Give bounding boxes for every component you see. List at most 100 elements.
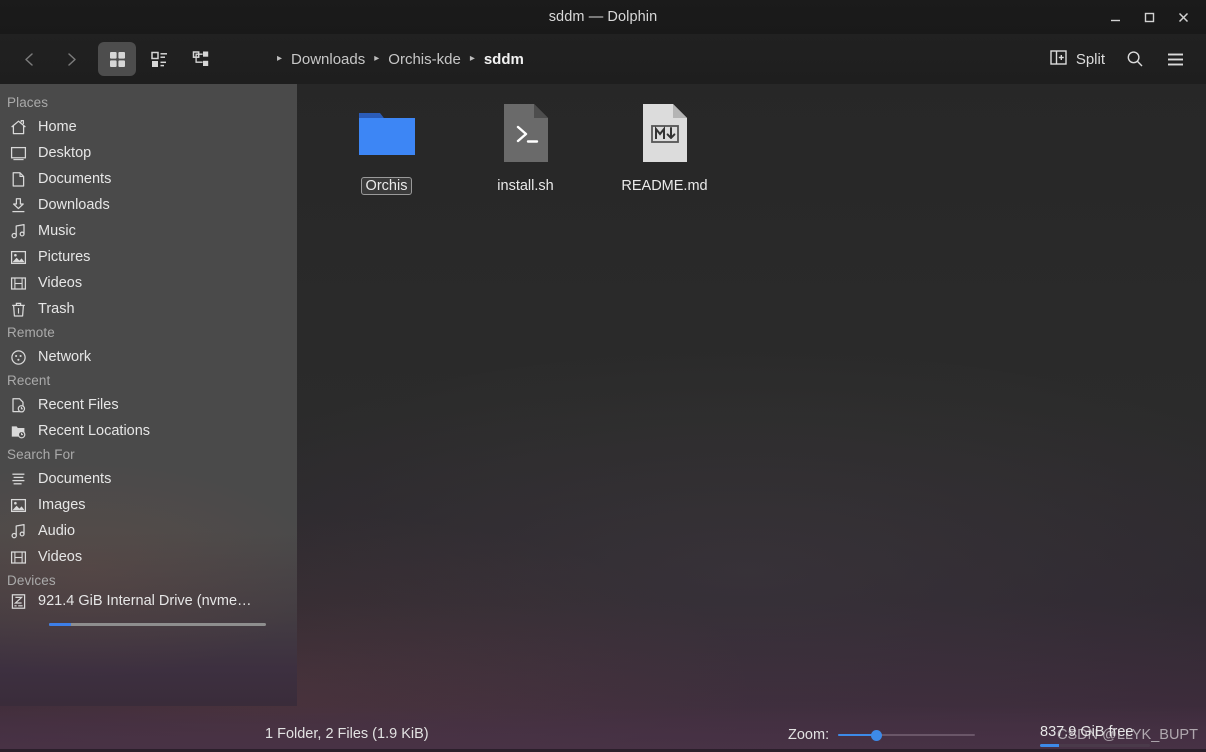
sidebar-item-home[interactable]: Home	[0, 114, 297, 140]
forward-button[interactable]	[50, 42, 92, 76]
sidebar-section-devices: Devices	[7, 573, 56, 588]
file-grid: Orchis install.sh README.md	[297, 84, 1206, 195]
folder-icon	[356, 100, 418, 166]
sidebar-item-music[interactable]: Music	[0, 218, 297, 244]
view-mode-icons-button[interactable]	[98, 42, 136, 76]
zoom-control: Zoom:	[788, 727, 976, 743]
split-button[interactable]: Split	[1040, 43, 1114, 76]
sidebar-item-label: Trash	[38, 301, 75, 317]
sidebar-item-search-audio[interactable]: Audio	[0, 518, 297, 544]
sidebar-item-internal-drive[interactable]: 921.4 GiB Internal Drive (nvme…	[0, 592, 297, 628]
sidebar-item-label: Network	[38, 349, 92, 365]
music-icon	[9, 222, 27, 240]
search-icon[interactable]	[1116, 42, 1154, 76]
recent-folder-icon	[9, 422, 27, 440]
title-bar: sddm — Dolphin	[0, 0, 1206, 34]
file-item-orchis[interactable]: Orchis	[317, 98, 456, 195]
hamburger-menu-icon[interactable]	[1156, 42, 1194, 76]
sidebar-item-label: Documents	[38, 171, 112, 187]
breadcrumb-item-orchis-kde[interactable]: Orchis-kde	[386, 49, 463, 70]
free-space-bar	[1040, 744, 1150, 747]
recent-file-icon	[9, 396, 27, 414]
text-lines-icon	[9, 470, 27, 488]
split-button-label: Split	[1075, 50, 1105, 68]
sidebar-item-label: Images	[38, 497, 86, 513]
sidebar-item-trash[interactable]: Trash	[0, 296, 297, 322]
window-controls	[1098, 0, 1200, 34]
sidebar-section-recent: Recent	[7, 373, 51, 388]
drive-icon	[9, 592, 27, 610]
network-icon	[9, 348, 27, 366]
file-name-label: README.md	[621, 178, 708, 194]
breadcrumb: ▸ Downloads ▸ Orchis-kde ▸ sddm	[272, 49, 526, 70]
minimize-icon[interactable]	[1098, 2, 1132, 32]
sidebar-item-documents[interactable]: Documents	[0, 166, 297, 192]
sidebar-item-label: Music	[38, 223, 76, 239]
sidebar-section-remote: Remote	[7, 325, 55, 340]
zoom-slider[interactable]	[838, 728, 976, 742]
view-mode-group	[98, 42, 220, 76]
sidebar-item-search-documents[interactable]: Documents	[0, 466, 297, 492]
file-item-install-sh[interactable]: install.sh	[456, 98, 595, 195]
window-title: sddm — Dolphin	[548, 9, 658, 25]
breadcrumb-separator: ▸	[469, 53, 475, 64]
breadcrumb-item-sddm[interactable]: sddm	[482, 49, 526, 70]
sidebar-item-videos[interactable]: Videos	[0, 270, 297, 296]
sidebar-item-recent-files[interactable]: Recent Files	[0, 392, 297, 418]
places-sidebar: Places Home Desktop Documents Downloads …	[0, 84, 297, 706]
sidebar-item-label: Recent Locations	[38, 423, 151, 439]
sidebar-item-desktop[interactable]: Desktop	[0, 140, 297, 166]
view-mode-compact-button[interactable]	[140, 42, 178, 76]
sidebar-item-label: Pictures	[38, 249, 91, 265]
music-icon	[9, 522, 27, 540]
dolphin-window: sddm — Dolphin ▸ Downloads ▸ Orchis-kde …	[0, 0, 1206, 752]
sidebar-item-recent-locations[interactable]: Recent Locations	[0, 418, 297, 444]
picture-icon	[9, 248, 27, 266]
desktop-icon	[9, 144, 27, 162]
device-row: 921.4 GiB Internal Drive (nvme…	[9, 592, 297, 610]
window-body: Places Home Desktop Documents Downloads …	[0, 84, 1206, 706]
free-space-indicator[interactable]: 837.9 GiB free	[1040, 724, 1160, 747]
markdown-icon	[639, 100, 691, 166]
close-icon[interactable]	[1166, 2, 1200, 32]
trash-icon	[9, 300, 27, 318]
sidebar-section-search-for: Search For	[7, 447, 75, 462]
free-space-label: 837.9 GiB free	[1040, 724, 1134, 740]
toolbar: ▸ Downloads ▸ Orchis-kde ▸ sddm Split	[0, 34, 1206, 84]
breadcrumb-item-downloads[interactable]: Downloads	[289, 49, 367, 70]
sidebar-item-label: Audio	[38, 523, 76, 539]
sidebar-item-downloads[interactable]: Downloads	[0, 192, 297, 218]
sidebar-item-label: Desktop	[38, 145, 92, 161]
sidebar-item-search-images[interactable]: Images	[0, 492, 297, 518]
download-icon	[9, 196, 27, 214]
breadcrumb-separator: ▸	[374, 53, 380, 64]
zoom-label: Zoom:	[788, 727, 830, 743]
picture-icon	[9, 496, 27, 514]
status-summary: 1 Folder, 2 Files (1.9 KiB)	[265, 726, 429, 742]
breadcrumb-separator: ▸	[277, 53, 283, 64]
status-bar: 1 Folder, 2 Files (1.9 KiB) Zoom: 837.9 …	[0, 706, 1206, 752]
file-view[interactable]: Orchis install.sh README.md	[297, 84, 1206, 706]
home-icon	[9, 118, 27, 136]
sidebar-item-label: Recent Files	[38, 397, 119, 413]
document-icon	[9, 170, 27, 188]
toolbar-actions: Split	[1040, 42, 1194, 76]
drive-capacity-bar	[49, 623, 266, 626]
maximize-icon[interactable]	[1132, 2, 1166, 32]
sidebar-item-network[interactable]: Network	[0, 344, 297, 370]
sidebar-item-label: Documents	[38, 471, 112, 487]
shell-script-icon	[500, 100, 552, 166]
sidebar-section-places: Places	[7, 95, 49, 110]
sidebar-item-label: Downloads	[38, 197, 110, 213]
view-mode-details-button[interactable]	[182, 42, 220, 76]
sidebar-item-search-videos[interactable]: Videos	[0, 544, 297, 570]
zoom-slider-handle[interactable]	[870, 730, 882, 741]
back-button[interactable]	[8, 42, 50, 76]
sidebar-item-label: Home	[38, 119, 77, 135]
split-icon	[1049, 48, 1068, 71]
sidebar-item-pictures[interactable]: Pictures	[0, 244, 297, 270]
file-item-readme-md[interactable]: README.md	[595, 98, 734, 195]
video-icon	[9, 548, 27, 566]
file-name-label: Orchis	[360, 177, 413, 195]
file-name-label: install.sh	[497, 178, 554, 194]
